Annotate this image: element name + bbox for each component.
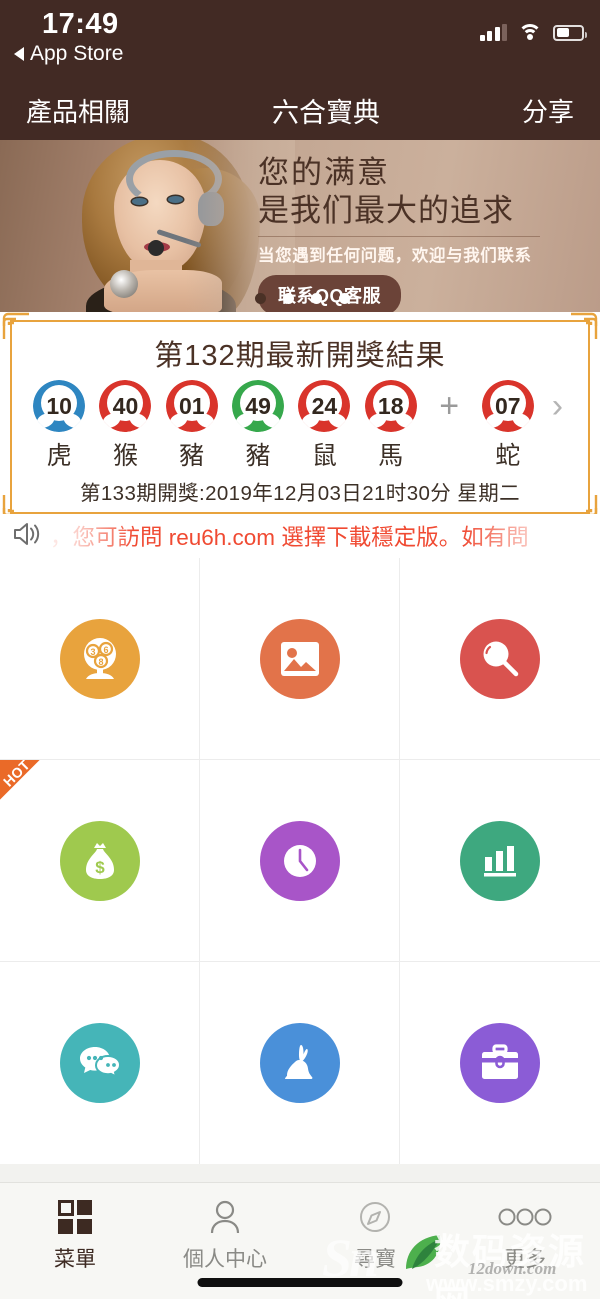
ball-zodiac: 蛇 xyxy=(495,442,521,470)
tab-menu[interactable]: 菜單 xyxy=(0,1183,150,1299)
grid-item-lottery-machine[interactable]: 3 6 8 xyxy=(0,558,200,760)
ball-zodiac: 馬 xyxy=(378,442,404,470)
grid-item-chat[interactable] xyxy=(0,962,200,1164)
banner-dot[interactable] xyxy=(339,293,350,304)
bottom-tab-bar: 菜單 個人中心 尋寶 更多 xyxy=(0,1182,600,1299)
speaker-icon xyxy=(12,521,42,552)
home-indicator[interactable] xyxy=(197,1278,403,1287)
lottery-ball[interactable]: 24 鼠 xyxy=(291,380,357,472)
nav-share-button[interactable]: 分享 xyxy=(522,92,574,129)
grid-item-statistics[interactable] xyxy=(400,760,600,962)
banner-subline: 当您遇到任何问题，欢迎与我们联系 xyxy=(258,246,532,265)
app-root: 17:49 App Store 產品相關 六合寶典 分享 您的满意 是我们最大的… xyxy=(0,0,600,1299)
ornament-corner-icon xyxy=(0,310,30,340)
ball-number: 40 xyxy=(112,392,139,419)
ball-number: 49 xyxy=(245,392,271,419)
back-label: App Store xyxy=(30,42,124,65)
lottery-ball[interactable]: 10 虎 xyxy=(26,380,92,472)
person-icon xyxy=(209,1197,241,1237)
picture-icon xyxy=(259,618,340,699)
status-time: 17:49 xyxy=(42,8,119,40)
tab-more[interactable]: 更多 xyxy=(450,1183,600,1299)
tab-label: 尋寶 xyxy=(354,1248,396,1271)
clock-icon xyxy=(259,820,340,901)
magnifier-icon xyxy=(460,618,540,699)
banner-dot[interactable] xyxy=(311,293,322,304)
bar-chart-icon xyxy=(460,820,540,901)
lottery-machine-icon: 3 6 8 xyxy=(59,618,140,699)
chevron-right-icon[interactable]: › xyxy=(541,380,574,432)
back-triangle-icon xyxy=(14,47,24,61)
ornament-corner-icon xyxy=(570,310,600,340)
svg-text:8: 8 xyxy=(98,657,103,667)
notice-text: ，您可訪問 reu6h.com 選擇下載穩定版。如有問 xyxy=(50,525,529,550)
ball-zodiac: 豬 xyxy=(179,442,205,470)
banner-divider xyxy=(258,235,540,237)
page-title: 六合寶典 xyxy=(272,97,380,128)
money-bag-icon: $ xyxy=(59,820,140,901)
banner-headline-2: 是我们最大的追求 xyxy=(258,192,514,228)
lottery-ball[interactable]: 49 豬 xyxy=(225,380,291,472)
grid-item-toolbox[interactable] xyxy=(400,962,600,1164)
signal-bars-icon xyxy=(479,24,507,41)
plus-symbol: + xyxy=(439,387,460,425)
promo-banner[interactable]: 您的满意 是我们最大的追求 当您遇到任何问题，欢迎与我们联系 联系QQ客服 xyxy=(0,140,600,312)
lottery-ball[interactable]: 01 豬 xyxy=(159,380,225,472)
back-to-app-store[interactable]: App Store xyxy=(14,42,123,66)
chat-bubbles-icon xyxy=(59,1023,140,1103)
lottery-panel[interactable]: 第132期最新開獎結果 10 虎 40 猴 01 豬 49 豬 24 鼠 18 … xyxy=(2,312,598,522)
grid-bottom-spacer xyxy=(0,1164,600,1176)
ball-number: 10 xyxy=(46,392,72,419)
compass-icon xyxy=(359,1197,391,1237)
lottery-title: 第132期最新開獎結果 xyxy=(154,340,446,372)
grid-item-picture[interactable] xyxy=(200,558,400,760)
dots-icon xyxy=(498,1197,552,1237)
grid-item-search[interactable] xyxy=(400,558,600,760)
banner-dot[interactable] xyxy=(255,293,266,304)
wifi-icon xyxy=(518,24,542,41)
grid-icon xyxy=(58,1197,92,1237)
tab-label: 更多 xyxy=(504,1248,546,1271)
battery-icon xyxy=(553,24,587,41)
tab-label: 個人中心 xyxy=(183,1248,267,1271)
special-lottery-ball[interactable]: 07 蛇 xyxy=(475,380,541,472)
svg-text:3: 3 xyxy=(90,647,95,657)
ball-zodiac: 猴 xyxy=(112,442,138,470)
lottery-section: 第132期最新開獎結果 10 虎 40 猴 01 豬 49 豬 24 鼠 18 … xyxy=(0,312,600,522)
svg-text:6: 6 xyxy=(103,645,108,655)
banner-headline-1: 您的满意 xyxy=(258,155,390,190)
ball-number: 07 xyxy=(494,392,521,419)
grid-item-money[interactable]: HOT $ xyxy=(0,760,200,962)
next-draw-info: 第133期開獎:2019年12月03日21时30分 星期二 xyxy=(79,482,520,505)
ball-zodiac: 虎 xyxy=(46,442,72,470)
grid-item-clock[interactable] xyxy=(200,760,400,962)
banner-dot[interactable] xyxy=(283,293,294,304)
status-bar: 17:49 App Store xyxy=(0,0,600,80)
lottery-ball[interactable]: 40 猴 xyxy=(92,380,158,472)
lottery-balls-row: 10 虎 40 猴 01 豬 49 豬 24 鼠 18 馬 + 07 蛇 › xyxy=(12,380,588,472)
grid-item-zodiac[interactable] xyxy=(200,962,400,1164)
ball-number: 24 xyxy=(311,392,338,419)
ball-zodiac: 鼠 xyxy=(311,442,337,470)
briefcase-icon xyxy=(460,1023,540,1103)
lottery-ball[interactable]: 18 馬 xyxy=(358,380,424,472)
rabbit-icon xyxy=(259,1023,340,1103)
banner-text-block: 您的满意 是我们最大的追求 当您遇到任何问题，欢迎与我们联系 联系QQ客服 xyxy=(258,154,588,312)
status-indicators xyxy=(479,24,587,41)
hot-badge: HOT xyxy=(0,760,56,816)
svg-text:$: $ xyxy=(95,858,105,877)
feature-grid: 3 6 8 HOT $ xyxy=(0,558,600,1164)
ball-zodiac: 豬 xyxy=(245,442,271,470)
ball-number: 18 xyxy=(377,392,404,419)
nav-left-button[interactable]: 產品相關 xyxy=(26,92,130,129)
nav-bar: 產品相關 六合寶典 分享 xyxy=(0,80,600,140)
tab-label: 菜單 xyxy=(54,1248,96,1271)
notice-marquee[interactable]: ，您可訪問 reu6h.com 選擇下載穩定版。如有問 xyxy=(0,514,600,558)
banner-pagination[interactable] xyxy=(255,293,350,304)
ball-number: 01 xyxy=(178,392,205,419)
